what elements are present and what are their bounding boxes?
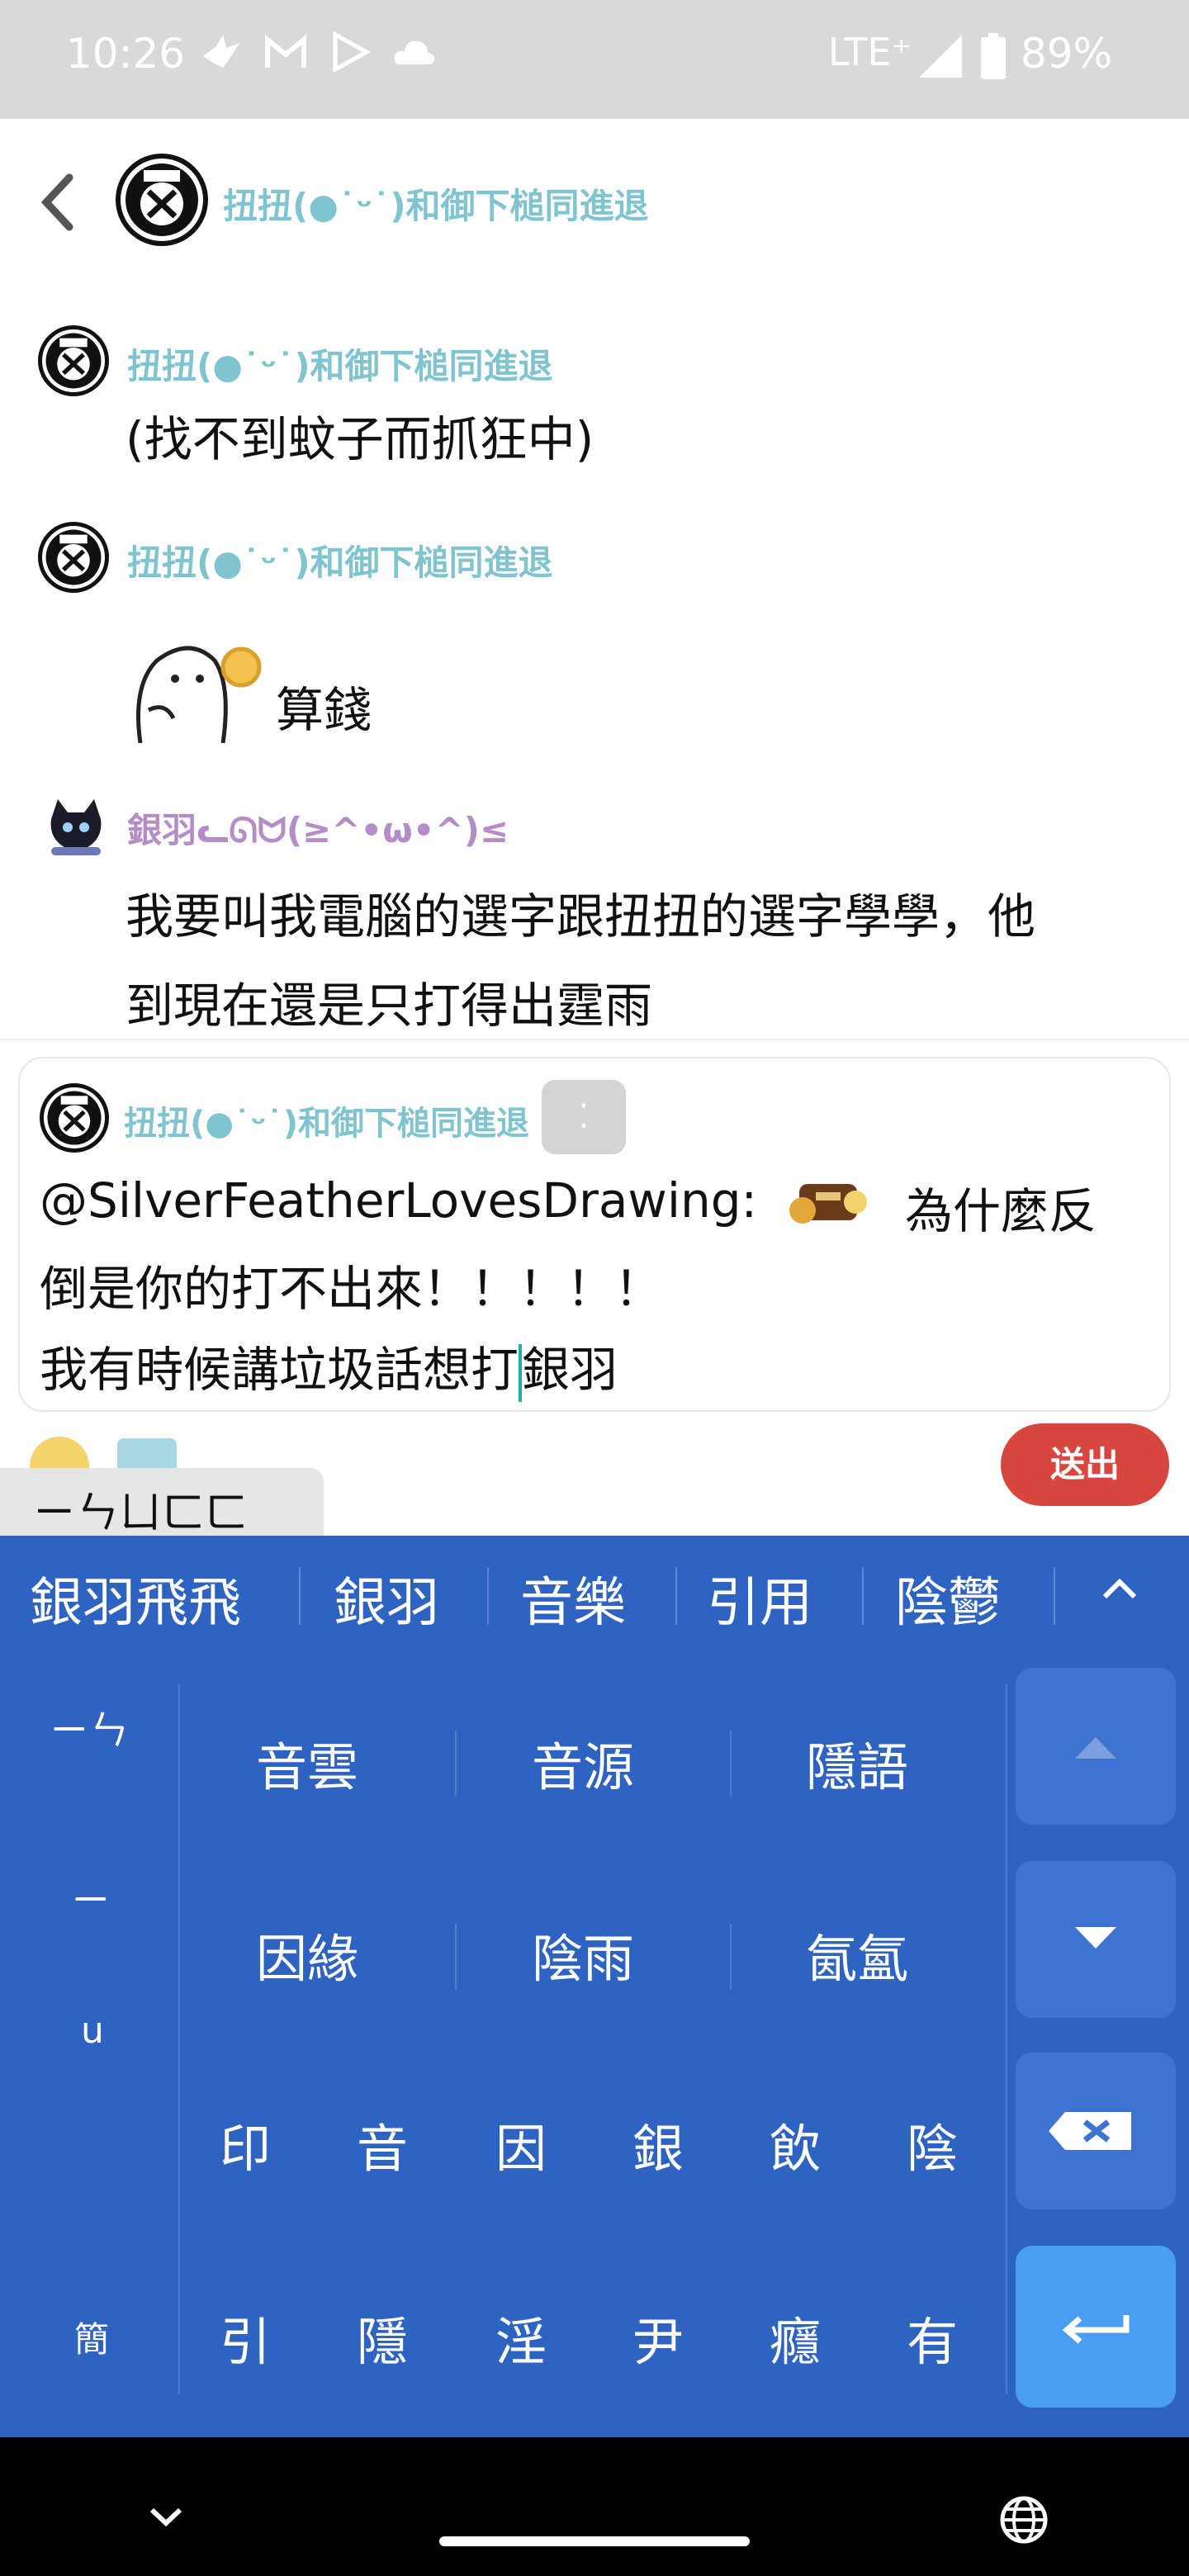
char-key[interactable]: 引 (220, 2300, 271, 2375)
char-key[interactable]: 有 (907, 2300, 958, 2375)
compose-box[interactable]: 扭扭(●˙ᵕ˙)和御下槌同進退 ⁚ @SilverFeatherLovesDra… (18, 1057, 1171, 1412)
pinyin-option[interactable]: u (81, 2010, 104, 2052)
candidate[interactable]: 銀羽 (334, 1560, 439, 1636)
char-key[interactable]: 音 (357, 2107, 408, 2181)
home-handle[interactable] (439, 2536, 750, 2546)
compose-line-3[interactable]: 我有時候講垃圾話想打銀羽 (40, 1331, 618, 1402)
message-text-line: 我要叫我電腦的選字跟扭扭的選字學學，他 (126, 888, 1036, 945)
candidate-key[interactable]: 陰雨 (532, 1917, 634, 1991)
network-label: LTE⁺ (828, 30, 912, 74)
backspace-button[interactable] (1016, 2053, 1176, 2209)
status-bar: 10:26 LTE⁺ 89% (0, 0, 1189, 119)
divider (178, 1684, 180, 2394)
char-key[interactable]: 印 (220, 2107, 271, 2181)
pinyin-option[interactable]: ㄧㄣ (50, 1698, 129, 1755)
battery-level: 89% (1021, 30, 1113, 78)
chevron-up-icon (1102, 1578, 1137, 1599)
hide-keyboard-button[interactable] (145, 2505, 187, 2530)
compose-line-3-a: 我有時候講垃圾話想打 (40, 1342, 519, 1398)
message-text: (找不到蚊子而抓狂中) (126, 411, 594, 467)
expand-candidates-button[interactable] (1095, 1569, 1144, 1610)
candidate-key[interactable]: 因緣 (256, 1917, 358, 1991)
divider (730, 1731, 732, 1797)
divider (862, 1567, 864, 1625)
divider (455, 1924, 457, 1990)
back-button[interactable] (33, 169, 83, 235)
char-key[interactable]: 飲 (770, 2107, 821, 2181)
mention-text: @SilverFeatherLovesDrawing: (40, 1172, 758, 1229)
divider (1054, 1567, 1055, 1625)
composing-text: ㄧㄣㄩㄈㄈ (33, 1489, 249, 1538)
triangle-down-icon (1075, 1927, 1116, 1949)
enter-button[interactable] (1016, 2246, 1176, 2408)
divider (487, 1567, 489, 1625)
char-key[interactable]: 銀 (632, 2107, 684, 2181)
compose-line-1-suffix: 為什麼反 (905, 1183, 1097, 1239)
candidate-key[interactable]: 音源 (532, 1726, 634, 1800)
triangle-up-icon (1075, 1737, 1116, 1759)
compose-line-3-b: 銀羽 (522, 1342, 618, 1398)
message-username: 扭扭(●˙ᵕ˙)和御下槌同進退 (127, 346, 553, 386)
candidate[interactable]: 銀羽飛飛 (30, 1560, 241, 1636)
bird-icon (198, 31, 244, 73)
signal-icon (919, 35, 962, 78)
candidate-key[interactable]: 隱語 (806, 1726, 908, 1800)
simplified-toggle[interactable]: 簡 (74, 2312, 109, 2362)
enter-icon (1062, 2315, 1130, 2344)
candidate[interactable]: 陰鬱 (895, 1560, 1001, 1636)
battery-icon (981, 33, 1006, 79)
message-username: 銀羽ᓚᘏᗢ(≥^•ω•^)≤ (127, 810, 509, 850)
globe-icon (1000, 2496, 1048, 2544)
emoji-sticker-icon (783, 1172, 874, 1235)
compose-username: 扭扭(●˙ᵕ˙)和御下槌同進退 (124, 1105, 529, 1143)
chevron-down-icon (149, 2507, 182, 2527)
divider (1006, 1684, 1007, 2394)
divider (299, 1567, 301, 1625)
navigation-bar (0, 2437, 1189, 2576)
sticker-image[interactable] (124, 636, 264, 744)
char-key[interactable]: 因 (495, 2107, 547, 2181)
message-text-line: 到現在還是只打得出霆雨 (126, 978, 653, 1034)
language-switch-button[interactable] (999, 2495, 1049, 2545)
gmail-icon (263, 31, 309, 73)
candidate-key[interactable]: 氤氳 (806, 1917, 908, 1991)
cloud-icon (391, 31, 438, 73)
avatar[interactable] (38, 522, 109, 593)
pinyin-option[interactable]: ㄧ (71, 1868, 111, 1925)
ime-composing-bar: ㄧㄣㄩㄈㄈ (0, 1468, 324, 1538)
header-avatar[interactable] (116, 154, 208, 246)
page-down-button[interactable] (1016, 1861, 1176, 2018)
keyboard: 銀羽飛飛 銀羽 音樂 引用 陰鬱 ㄧㄣ ㄧ u 簡 音雲 音源 隱語 因緣 陰雨… (0, 1536, 1189, 2437)
compose-avatar (40, 1083, 109, 1153)
candidate[interactable]: 引用 (707, 1560, 812, 1636)
play-store-icon (327, 31, 373, 73)
compose-line-1[interactable]: @SilverFeatherLovesDrawing: 為什麼反 (40, 1172, 1097, 1239)
header-title: 扭扭(●˙ᵕ˙)和御下槌同進退 (223, 186, 649, 226)
notification-icons (198, 31, 438, 73)
divider (455, 1731, 457, 1797)
message-text: 算錢 (276, 682, 372, 738)
candidate[interactable]: 音樂 (520, 1560, 626, 1636)
send-button[interactable]: 送出 (1001, 1423, 1169, 1506)
candidate-key[interactable]: 音雲 (256, 1726, 358, 1800)
char-key[interactable]: 淫 (495, 2300, 547, 2375)
message-username: 扭扭(●˙ᵕ˙)和御下槌同進退 (127, 542, 553, 583)
char-key[interactable]: 癮 (770, 2300, 821, 2375)
avatar[interactable] (38, 325, 109, 396)
char-key[interactable]: 陰 (907, 2107, 958, 2181)
divider (675, 1567, 677, 1625)
divider (730, 1924, 732, 1990)
char-key[interactable]: 隱 (357, 2300, 408, 2375)
compose-menu-button[interactable]: ⁚ (542, 1080, 626, 1154)
backspace-icon (1049, 2112, 1131, 2150)
divider (0, 1039, 1189, 1040)
cat-avatar[interactable] (43, 794, 109, 860)
char-key[interactable]: 尹 (632, 2300, 684, 2375)
status-time: 10:26 (66, 30, 186, 78)
chevron-left-icon (40, 173, 73, 231)
compose-line-2[interactable]: 倒是你的打不出來！！！！！ (40, 1250, 662, 1319)
page-up-button[interactable] (1016, 1668, 1176, 1825)
